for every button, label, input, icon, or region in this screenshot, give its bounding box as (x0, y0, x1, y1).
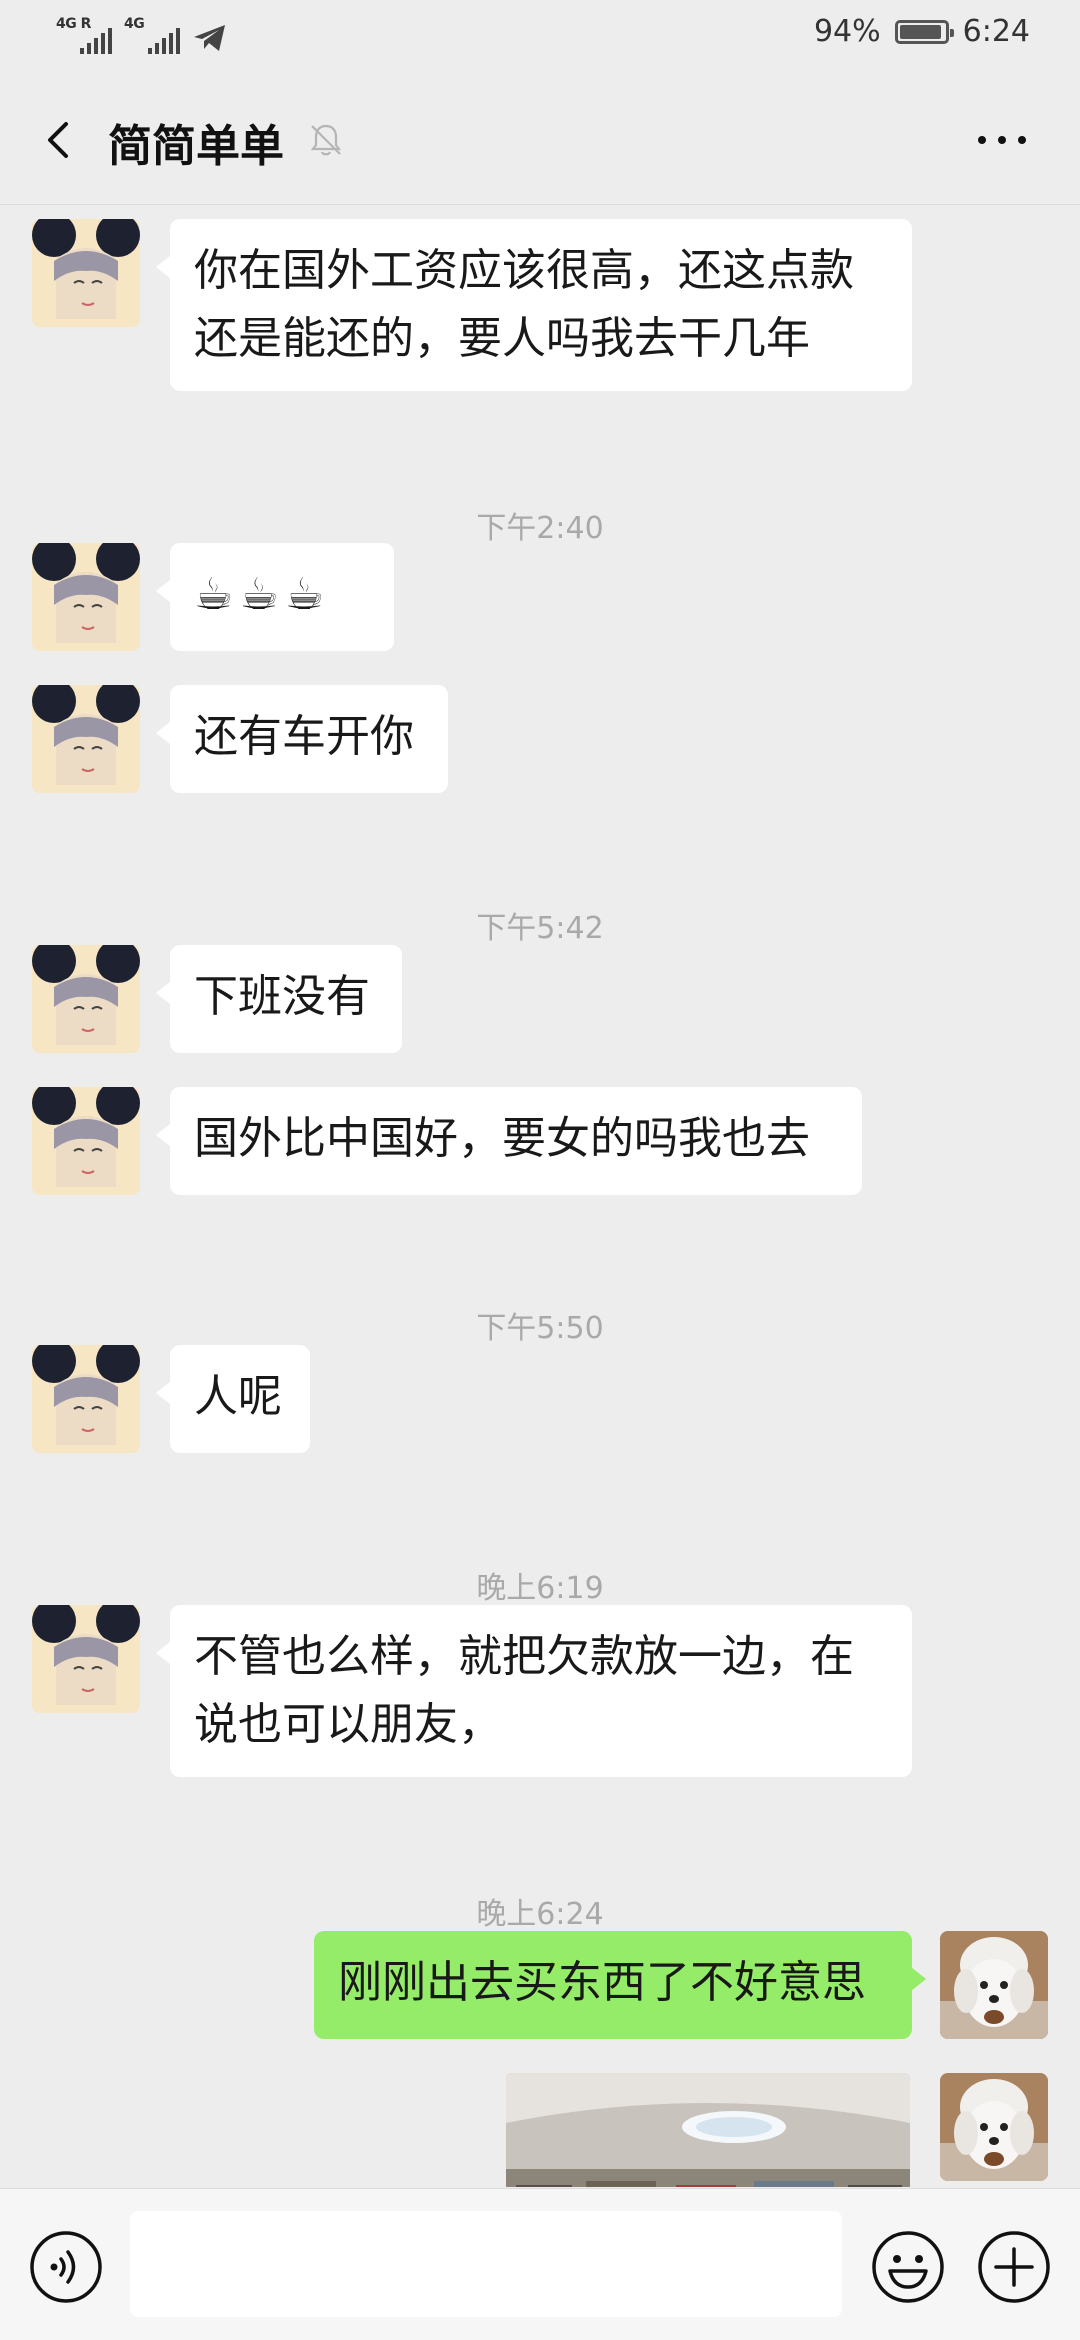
message-line: 国外比中国好，要女的吗我也去 (194, 1113, 810, 1164)
message-input[interactable] (130, 2211, 842, 2317)
status-time: 6:24 (962, 14, 1030, 49)
battery-percent: 94% (813, 14, 881, 49)
back-icon[interactable] (36, 116, 84, 164)
status-left: 4G R 4G (56, 16, 228, 54)
signal-2-icon: 4G (124, 16, 180, 54)
contact-avatar[interactable] (32, 1605, 140, 1713)
message-bubble-incoming[interactable]: 下班没有 (156, 945, 402, 1053)
my-avatar[interactable] (940, 2073, 1048, 2181)
message-bubble-incoming[interactable]: ☕☕☕ (156, 543, 394, 651)
message-line: 你在国外工资应该很高，还这点款 (194, 245, 854, 296)
timestamp: 下午2:40 (476, 511, 604, 546)
plus-icon[interactable] (976, 2229, 1052, 2305)
signal-2-label: 4G (124, 16, 145, 32)
message-line: 还是能还的，要人吗我去干几年 (194, 313, 810, 364)
contact-avatar[interactable] (32, 543, 140, 651)
my-avatar[interactable] (940, 1931, 1048, 2039)
message-bubble-incoming[interactable]: 人呢 (156, 1345, 310, 1453)
status-bar: 4G R 4G 94% 6:24 (0, 0, 1080, 76)
signal-1-icon: 4G R (56, 16, 112, 54)
telegram-icon (194, 25, 225, 51)
message-line: 不管也么样，就把欠款放一边，在 (194, 1631, 854, 1682)
emoji-icon[interactable] (870, 2229, 946, 2305)
timestamp: 下午5:50 (476, 1311, 604, 1346)
contact-avatar[interactable] (32, 685, 140, 793)
contact-avatar[interactable] (32, 1087, 140, 1195)
more-icon[interactable] (972, 130, 1032, 150)
message-line: 下班没有 (194, 971, 370, 1022)
message-bubble-outgoing[interactable]: 刚刚出去买东西了不好意思 (314, 1931, 926, 2039)
chat-header: 简简单单 (0, 76, 1080, 205)
chat-title: 简简单单 (108, 121, 284, 172)
message-bubble-incoming[interactable]: 不管也么样，就把欠款放一边，在 说也可以朋友， (156, 1605, 912, 1777)
battery-icon (894, 19, 954, 44)
contact-avatar[interactable] (32, 1345, 140, 1453)
emoji-message: ☕☕☕ (194, 569, 331, 620)
timestamp: 晚上6:19 (476, 1571, 604, 1606)
voice-icon[interactable] (28, 2229, 104, 2305)
message-line: 还有车开你 (194, 711, 414, 762)
image-message[interactable] (506, 2073, 910, 2187)
chat-screen: 4G R 4G 94% 6:24 简简单单 你在国外工资应该很高，还这点款 还是… (0, 0, 1080, 2340)
message-list[interactable]: 你在国外工资应该很高，还这点款 还是能还的，要人吗我去干几年 下午2:40 ☕☕… (0, 205, 1080, 2187)
message-bubble-incoming[interactable]: 还有车开你 (156, 685, 448, 793)
timestamp: 晚上6:24 (476, 1897, 604, 1932)
message-bubble-incoming[interactable]: 你在国外工资应该很高，还这点款 还是能还的，要人吗我去干几年 (156, 219, 912, 391)
contact-avatar[interactable] (32, 945, 140, 1053)
message-line: 说也可以朋友， (194, 1699, 502, 1750)
contact-avatar[interactable] (32, 219, 140, 327)
mute-bell-icon (310, 124, 342, 156)
message-bubble-incoming[interactable]: 国外比中国好，要女的吗我也去 (156, 1087, 862, 1195)
status-right: 94% 6:24 (814, 14, 1030, 49)
battery-fill (899, 24, 941, 39)
message-line: 刚刚出去买东西了不好意思 (338, 1957, 866, 2008)
message-line: 人呢 (194, 1371, 282, 1422)
input-bar (0, 2188, 1080, 2340)
timestamp: 下午5:42 (476, 911, 604, 946)
